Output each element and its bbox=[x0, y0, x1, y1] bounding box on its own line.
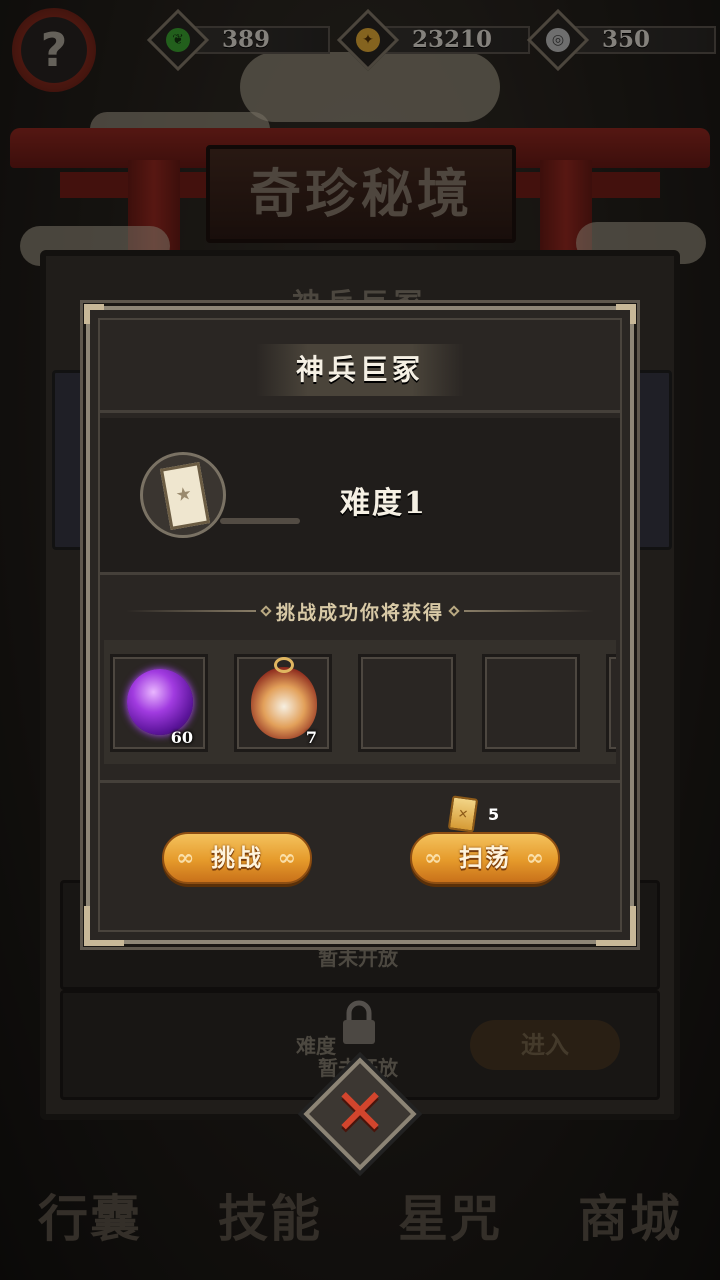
close-icon: ✕ bbox=[333, 1076, 387, 1150]
corner-ornament bbox=[596, 906, 636, 946]
medal-ring bbox=[274, 657, 294, 673]
diamond-ornament bbox=[260, 605, 272, 617]
challenge-button[interactable]: 挑战 bbox=[162, 832, 312, 884]
reward-list[interactable]: 60 7 bbox=[104, 640, 616, 764]
scroll-token-icon bbox=[140, 452, 226, 538]
difficulty-row: 难度1 bbox=[100, 418, 620, 572]
scroll-icon bbox=[159, 461, 211, 531]
close-button[interactable]: ✕ bbox=[303, 1057, 417, 1171]
sweep-button[interactable]: 扫荡 bbox=[410, 832, 560, 884]
sweep-ticket-icon: ✕ bbox=[447, 795, 479, 833]
corner-ornament bbox=[84, 304, 104, 324]
reward-quantity: 60 bbox=[170, 728, 193, 747]
sweep-cost: ✕ 5 bbox=[447, 795, 500, 833]
difficulty-dialog: 神兵巨冢 难度1 挑战成功你将获得 60 7 ✕ 5 挑战 bbox=[84, 304, 636, 946]
reward-slot-empty bbox=[358, 654, 456, 752]
difficulty-label: 难度1 bbox=[340, 486, 427, 521]
reward-header: 挑战成功你将获得 bbox=[100, 596, 620, 626]
purple-orb-icon bbox=[127, 669, 193, 735]
header-line bbox=[125, 610, 256, 612]
corner-ornament bbox=[616, 304, 636, 324]
sweep-cost-value: 5 bbox=[488, 804, 500, 824]
reward-slot-empty bbox=[482, 654, 580, 752]
token-tail bbox=[220, 518, 300, 524]
reward-slot[interactable]: 60 bbox=[110, 654, 208, 752]
diamond-ornament bbox=[448, 605, 460, 617]
dialog-title: 神兵巨冢 bbox=[255, 344, 464, 396]
reward-slot[interactable]: 7 bbox=[234, 654, 332, 752]
reward-quantity: 7 bbox=[305, 728, 317, 747]
reward-slot-empty bbox=[606, 654, 616, 752]
divider bbox=[100, 410, 620, 413]
dialog-title-banner: 神兵巨冢 bbox=[90, 340, 630, 400]
divider bbox=[100, 572, 620, 575]
header-line bbox=[464, 610, 594, 612]
divider bbox=[100, 780, 620, 783]
corner-ornament bbox=[84, 906, 124, 946]
reward-header-text: 挑战成功你将获得 bbox=[275, 601, 444, 624]
